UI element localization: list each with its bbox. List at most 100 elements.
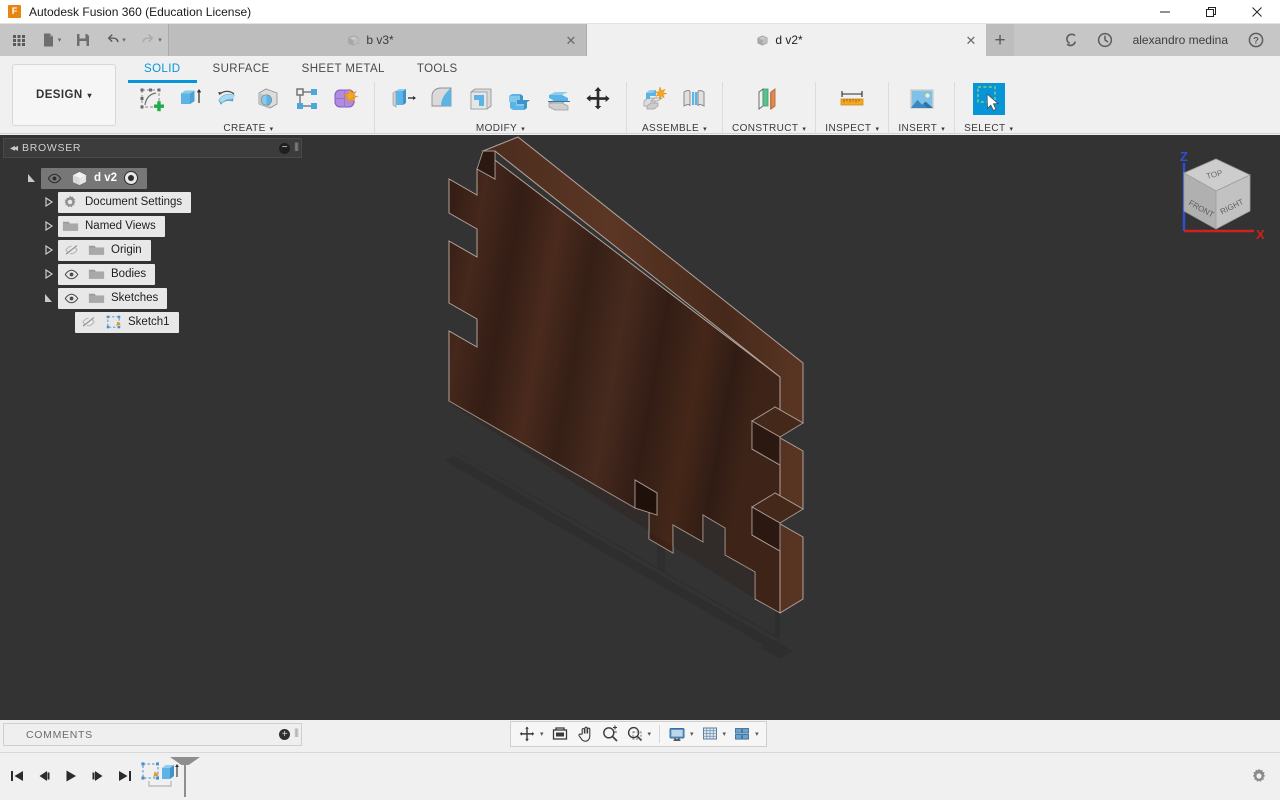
- app-grid-icon[interactable]: [6, 26, 32, 54]
- display-settings-button[interactable]: [665, 723, 689, 745]
- comments-resize-grip[interactable]: ⦀: [294, 728, 299, 741]
- viewports-caret-icon[interactable]: ▾: [755, 730, 759, 738]
- tree-row-origin[interactable]: Origin: [0, 238, 305, 262]
- twist-closed-icon[interactable]: [40, 197, 58, 207]
- move-copy-button[interactable]: [579, 80, 617, 118]
- orbit-caret-icon[interactable]: ▾: [540, 730, 544, 738]
- gear-icon[interactable]: [1250, 767, 1268, 790]
- twist-closed-icon[interactable]: [40, 221, 58, 231]
- panel-modify-label[interactable]: MODIFY ▾: [476, 123, 525, 134]
- measure-button[interactable]: [833, 80, 871, 118]
- extension-icon[interactable]: [1055, 24, 1087, 56]
- step-forward-button[interactable]: [87, 763, 109, 789]
- visibility-eye-icon[interactable]: [58, 269, 84, 280]
- tree-chip-sketch1[interactable]: Sketch1: [75, 311, 179, 333]
- tree-row-bodies[interactable]: Bodies: [0, 262, 305, 286]
- zoom-button[interactable]: [598, 723, 622, 745]
- go-to-beginning-button[interactable]: [6, 763, 28, 789]
- visibility-eye-hidden-icon[interactable]: [58, 244, 84, 256]
- tree-row-document-settings[interactable]: Document Settings: [0, 190, 305, 214]
- browser-minimize-icon[interactable]: −: [279, 142, 291, 154]
- panel-insert-label[interactable]: INSERT ▾: [898, 123, 945, 134]
- help-icon[interactable]: ?: [1240, 24, 1272, 56]
- tree-chip-bodies[interactable]: Bodies: [58, 263, 156, 285]
- redo-icon[interactable]: ▾: [134, 26, 168, 54]
- activate-component-radio[interactable]: [124, 171, 139, 185]
- revolve-button[interactable]: [210, 80, 248, 118]
- fillet-button[interactable]: [423, 80, 461, 118]
- browser-resize-grip[interactable]: ⦀: [294, 142, 299, 155]
- orbit-button[interactable]: [515, 723, 539, 745]
- panel-inspect-label[interactable]: INSPECT ▾: [825, 123, 879, 134]
- new-file-icon[interactable]: ▾: [34, 26, 68, 54]
- add-comment-icon[interactable]: +: [279, 729, 291, 740]
- insert-image-button[interactable]: [903, 80, 941, 118]
- new-file-caret-icon[interactable]: ▾: [58, 36, 62, 44]
- workspace-switcher[interactable]: DESIGN ▾: [12, 64, 116, 126]
- offset-plane-button[interactable]: [750, 80, 788, 118]
- visibility-eye-icon[interactable]: [41, 173, 67, 184]
- document-tab-b-close-icon[interactable]: ✕: [564, 33, 578, 47]
- twist-closed-icon[interactable]: [40, 269, 58, 279]
- save-icon[interactable]: [70, 26, 96, 54]
- extrude-button[interactable]: [171, 80, 209, 118]
- twist-open-icon[interactable]: [23, 173, 41, 183]
- panel-select-label[interactable]: SELECT ▾: [964, 123, 1013, 134]
- maximize-button[interactable]: [1188, 0, 1234, 24]
- display-settings-caret-icon[interactable]: ▾: [690, 730, 694, 738]
- collapse-panel-icon[interactable]: ◂◂: [4, 143, 22, 154]
- visibility-eye-icon[interactable]: [58, 293, 84, 304]
- tree-chip-origin[interactable]: Origin: [58, 239, 151, 261]
- document-tab-b[interactable]: b v3* ✕: [169, 24, 586, 56]
- tree-row-sketches[interactable]: Sketches: [0, 286, 305, 310]
- minimize-button[interactable]: [1142, 0, 1188, 24]
- panel-create-label[interactable]: CREATE ▾: [223, 123, 273, 134]
- grid-snaps-button[interactable]: [698, 723, 722, 745]
- zoom-window-button[interactable]: [623, 723, 647, 745]
- pan-button[interactable]: [573, 723, 597, 745]
- joint-button[interactable]: [675, 80, 713, 118]
- undo-icon[interactable]: ▾: [98, 26, 132, 54]
- user-name-label[interactable]: alexandro medina: [1123, 33, 1238, 47]
- shell-button[interactable]: [462, 80, 500, 118]
- close-button[interactable]: [1234, 0, 1280, 24]
- comments-bar[interactable]: COMMENTS + ⦀: [3, 723, 302, 746]
- play-button[interactable]: [60, 763, 82, 789]
- form-button[interactable]: [327, 80, 365, 118]
- undo-caret-icon[interactable]: ▾: [122, 36, 126, 44]
- history-icon[interactable]: [1089, 24, 1121, 56]
- sphere-button[interactable]: [249, 80, 287, 118]
- document-tab-d-close-icon[interactable]: ✕: [964, 33, 978, 47]
- combine-button[interactable]: [501, 80, 539, 118]
- new-document-tab-button[interactable]: +: [986, 24, 1014, 56]
- tree-chip-named-views[interactable]: Named Views: [58, 215, 165, 237]
- tree-row-named-views[interactable]: Named Views: [0, 214, 305, 238]
- tree-chip-document-settings[interactable]: Document Settings: [58, 191, 192, 213]
- tree-row-sketch1[interactable]: Sketch1: [0, 310, 305, 334]
- look-at-button[interactable]: [548, 723, 572, 745]
- tree-row-root[interactable]: d v2: [0, 166, 305, 190]
- grid-snaps-caret-icon[interactable]: ▾: [723, 730, 727, 738]
- panel-assemble-label[interactable]: ASSEMBLE ▾: [642, 123, 707, 134]
- press-pull-button[interactable]: [384, 80, 422, 118]
- panel-construct-label[interactable]: CONSTRUCT ▾: [732, 123, 806, 134]
- tree-chip-sketches[interactable]: Sketches: [58, 287, 168, 309]
- select-tool-button[interactable]: [970, 80, 1008, 118]
- twist-closed-icon[interactable]: [40, 245, 58, 255]
- zoom-window-caret-icon[interactable]: ▾: [648, 730, 652, 738]
- split-face-button[interactable]: [540, 80, 578, 118]
- visibility-eye-hidden-icon[interactable]: [75, 316, 101, 328]
- redo-caret-icon[interactable]: ▾: [158, 36, 162, 44]
- pattern-button[interactable]: [288, 80, 326, 118]
- document-tab-d[interactable]: d v2* ✕: [587, 24, 986, 56]
- 3d-viewport[interactable]: Z X TOP FRONT RIGHT: [305, 135, 1280, 720]
- x-axis-label: X: [1256, 227, 1265, 242]
- tree-chip-root[interactable]: d v2: [41, 167, 148, 189]
- view-cube[interactable]: Z X TOP FRONT RIGHT: [1160, 145, 1270, 255]
- new-component-button[interactable]: [636, 80, 674, 118]
- step-back-button[interactable]: [33, 763, 55, 789]
- go-to-end-button[interactable]: [114, 763, 136, 789]
- viewports-button[interactable]: [730, 723, 754, 745]
- twist-open-icon[interactable]: [40, 293, 58, 303]
- create-sketch-button[interactable]: [132, 80, 170, 118]
